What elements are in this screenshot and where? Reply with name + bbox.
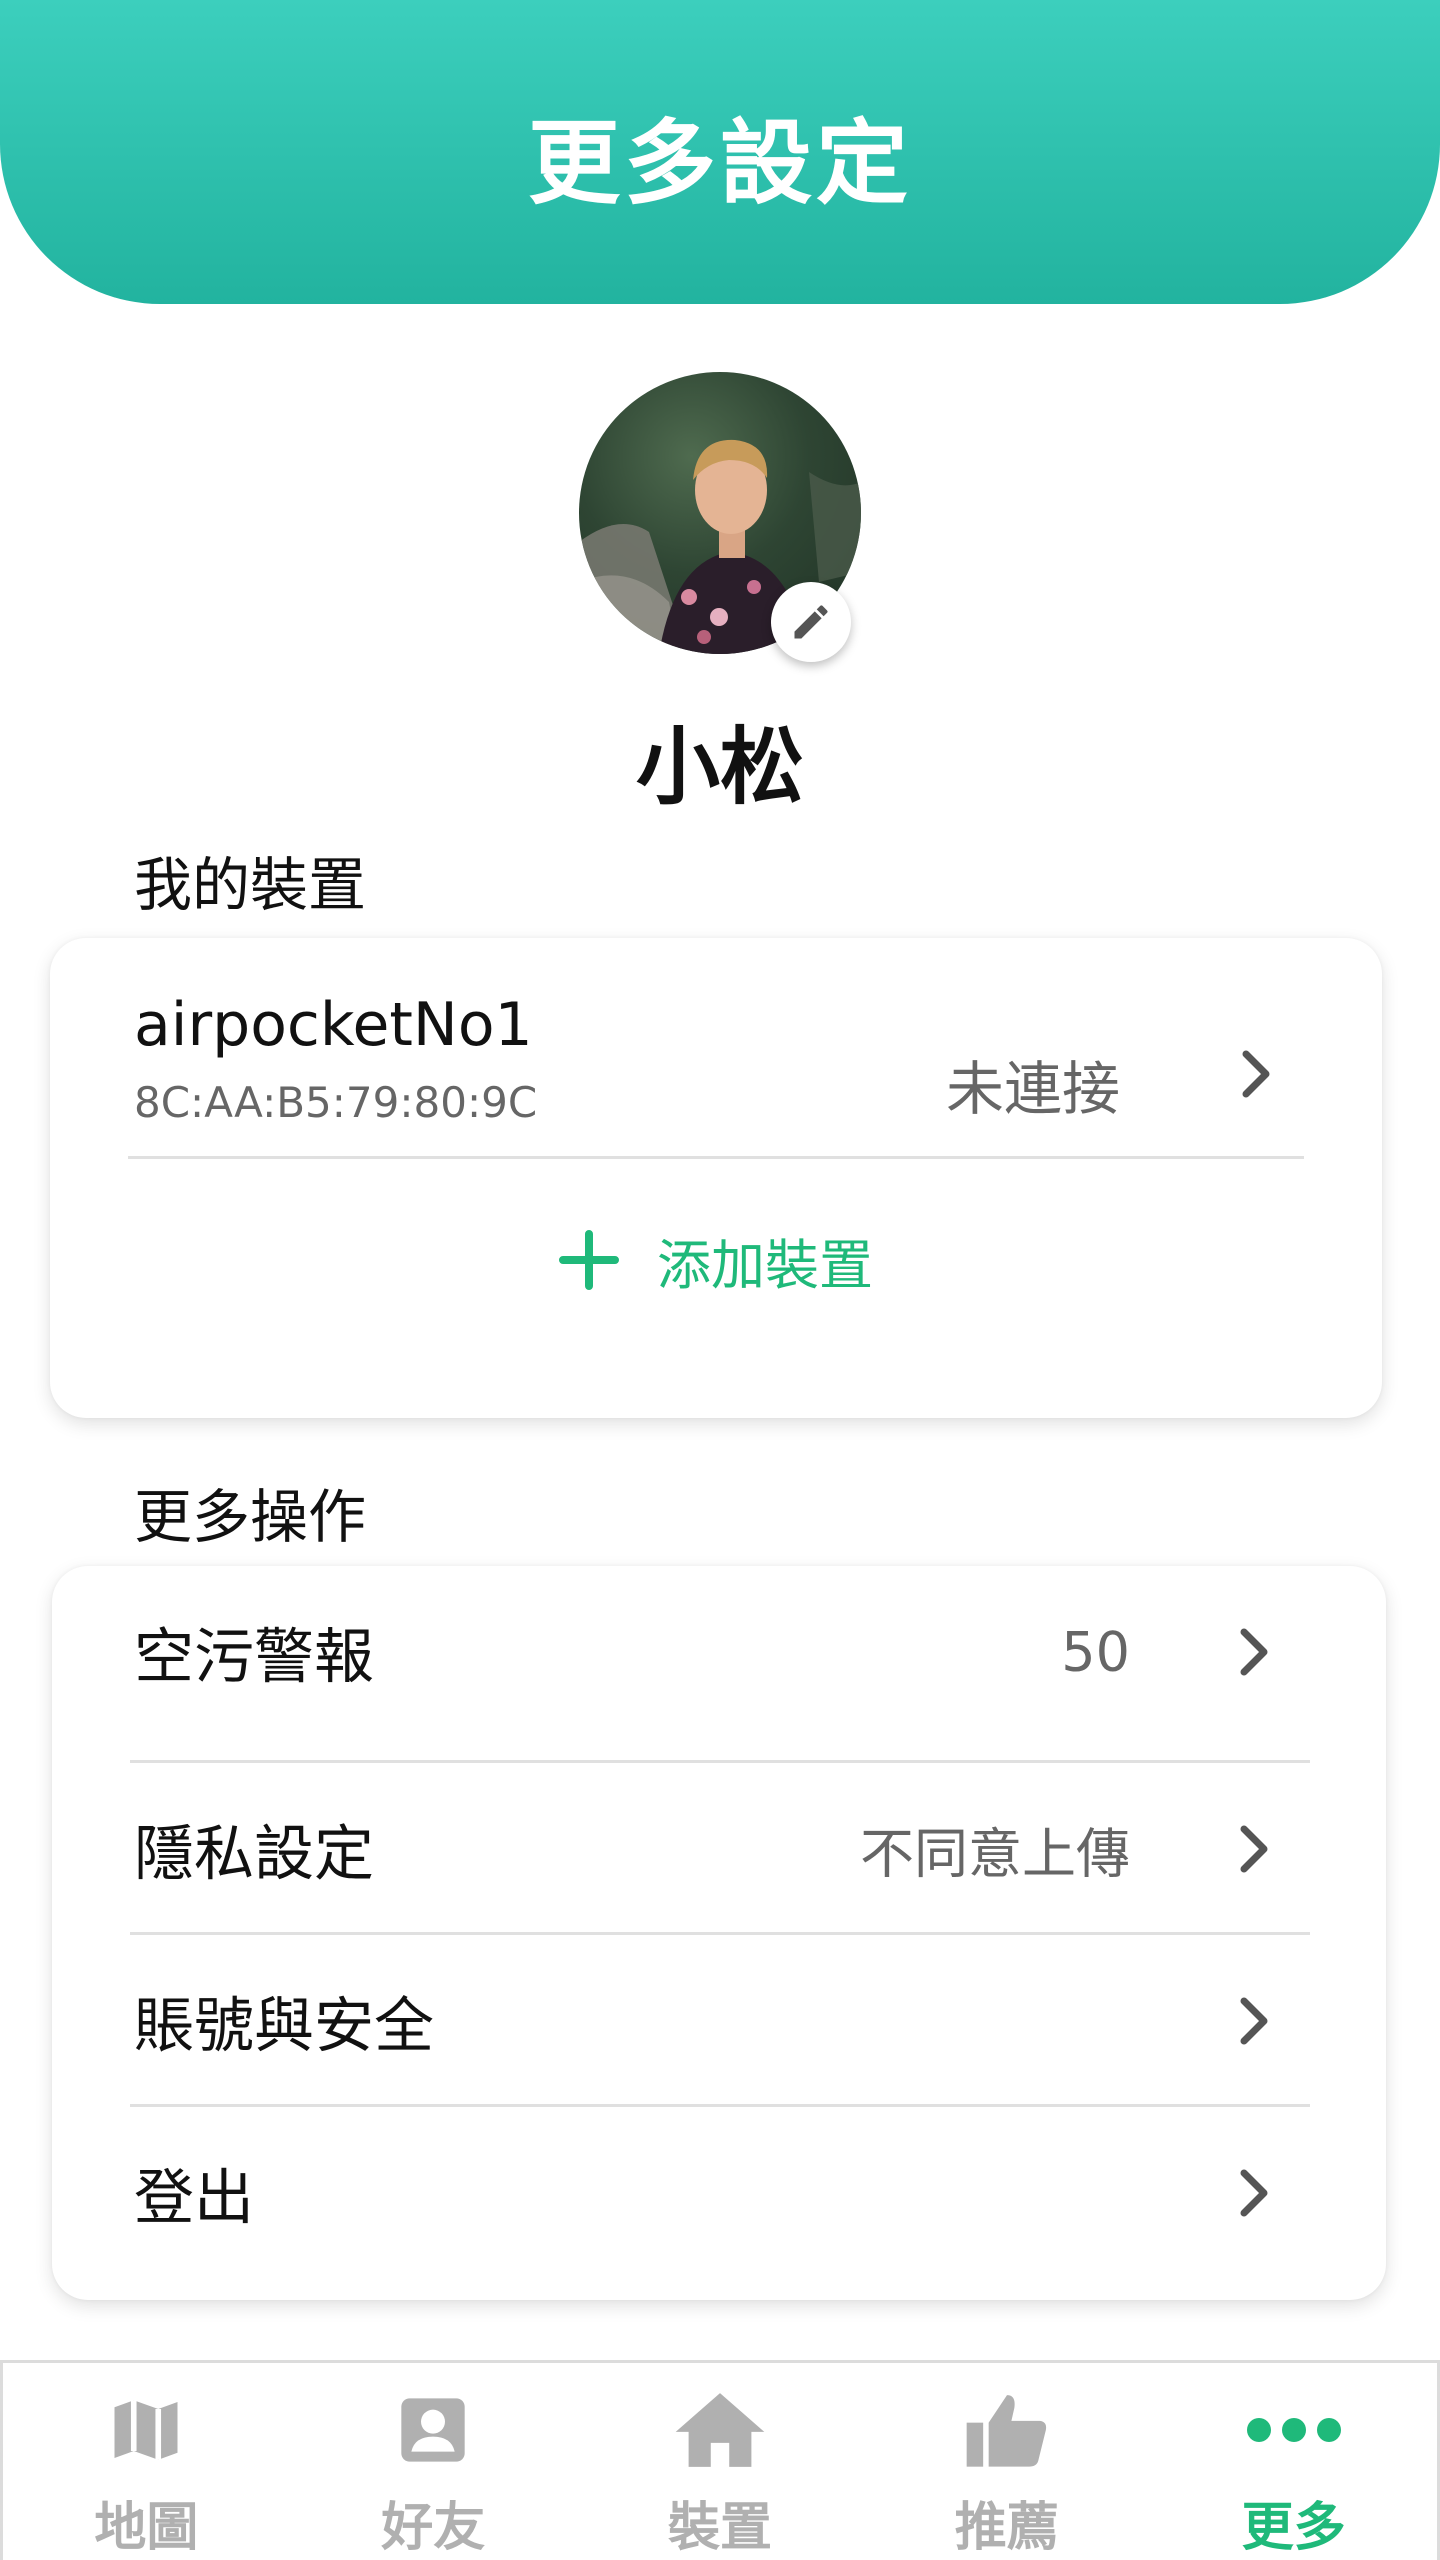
device-name: airpocketNo1	[134, 990, 533, 1060]
nav-label: 好友	[381, 2498, 486, 2558]
add-device-label: 添加裝置	[657, 1233, 873, 1297]
nav-label: 更多	[1241, 2498, 1346, 2558]
nav-label: 地圖	[94, 2498, 199, 2558]
op-label: 登出	[134, 2163, 254, 2234]
device-mac: 8C:AA:B5:79:80:9C	[134, 1078, 538, 1127]
chevron-right-icon	[1240, 1997, 1268, 2045]
operations-card: 空污警報 50 隱私設定 不同意上傳 賬號與安全 登出	[52, 1566, 1386, 2300]
op-label: 空污警報	[134, 1622, 374, 1693]
pencil-icon	[794, 605, 828, 639]
edit-avatar-button[interactable]	[771, 582, 851, 662]
section-label-more: 更多操作	[134, 1483, 367, 1551]
page-title: 更多設定	[527, 109, 912, 217]
nav-label: 推薦	[954, 2498, 1059, 2558]
chevron-right-icon	[1240, 1628, 1268, 1676]
op-row-air-alert[interactable]: 空污警報 50	[52, 1566, 1386, 1738]
op-row-logout[interactable]: 登出	[52, 2107, 1386, 2279]
map-icon	[114, 2400, 178, 2460]
op-value: 不同意上傳	[860, 1822, 1130, 1886]
thumbs-up-icon	[966, 2395, 1046, 2467]
header-bar: 更多設定	[0, 0, 1440, 304]
chevron-right-icon	[1240, 1825, 1268, 1873]
op-row-account-security[interactable]: 賬號與安全	[52, 1935, 1386, 2107]
device-row[interactable]: airpocketNo1 8C:AA:B5:79:80:9C 未連接	[50, 938, 1382, 1160]
op-label: 隱私設定	[134, 1819, 374, 1890]
user-name: 小松	[635, 718, 804, 816]
op-label: 賬號與安全	[134, 1991, 434, 2062]
nav-item-map[interactable]: 地圖	[3, 2363, 290, 2560]
more-dots-icon	[1246, 2418, 1341, 2442]
chevron-right-icon	[1242, 1050, 1270, 1098]
nav-item-recommend[interactable]: 推薦	[863, 2363, 1150, 2560]
plus-icon	[559, 1230, 619, 1290]
contact-icon	[401, 2398, 465, 2462]
home-icon	[675, 2393, 765, 2467]
avatar-container[interactable]	[579, 372, 861, 662]
nav-item-friends[interactable]: 好友	[290, 2363, 577, 2560]
op-value: 50	[1061, 1620, 1130, 1684]
section-label-devices: 我的裝置	[134, 851, 367, 919]
devices-card: airpocketNo1 8C:AA:B5:79:80:9C 未連接 添加裝置	[50, 938, 1382, 1418]
op-row-privacy[interactable]: 隱私設定 不同意上傳	[52, 1763, 1386, 1935]
device-status: 未連接	[945, 1055, 1120, 1123]
divider	[128, 1156, 1304, 1159]
nav-label: 裝置	[667, 2498, 772, 2558]
bottom-nav: 地圖 好友 裝置 推薦 更多	[0, 2360, 1440, 2560]
chevron-right-icon	[1240, 2169, 1268, 2217]
nav-item-devices[interactable]: 裝置	[577, 2363, 864, 2560]
nav-item-more[interactable]: 更多	[1150, 2363, 1437, 2560]
add-device-button[interactable]: 添加裝置	[50, 1160, 1382, 1360]
